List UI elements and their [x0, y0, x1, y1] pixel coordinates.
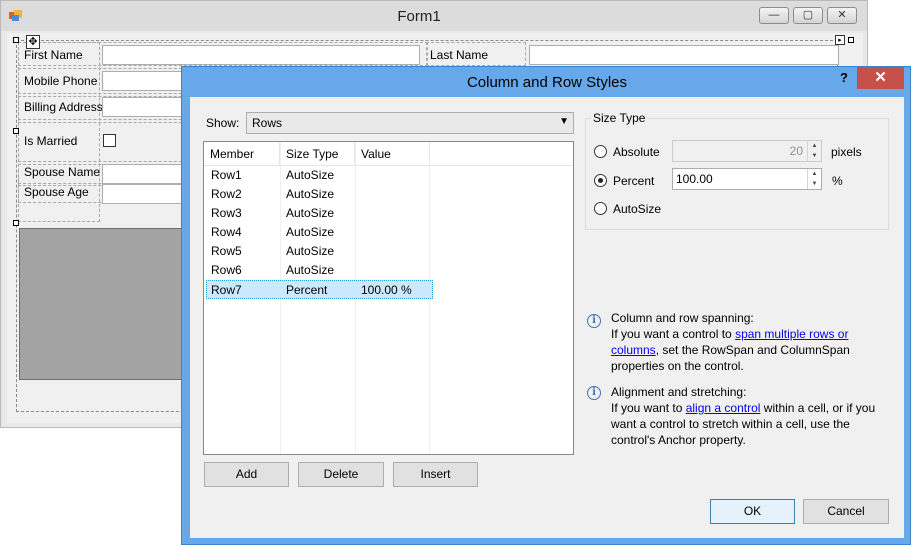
resize-handle[interactable] — [13, 220, 19, 226]
row-size-type: AutoSize — [286, 187, 335, 201]
billing-address-label: Billing Address — [24, 100, 103, 114]
absolute-label: Absolute — [613, 145, 660, 159]
row-size-type: AutoSize — [286, 168, 335, 182]
row-size-type: AutoSize — [286, 263, 335, 277]
percent-value: 100.00 — [676, 172, 713, 186]
row-size-type: AutoSize — [286, 225, 335, 239]
smart-tag-icon[interactable]: ▸ — [835, 35, 845, 45]
insert-button[interactable]: Insert — [393, 462, 478, 487]
percent-unit-label: % — [832, 174, 843, 188]
cancel-button[interactable]: Cancel — [803, 499, 889, 524]
absolute-value: 20 — [789, 144, 803, 158]
list-item[interactable]: Row2 AutoSize — [204, 185, 573, 204]
size-type-group-label: Size Type — [591, 111, 648, 125]
align-control-link[interactable]: align a control — [686, 401, 761, 415]
column-header-value[interactable]: Value — [355, 142, 430, 166]
close-icon: ✕ — [837, 9, 847, 21]
row-member: Row5 — [211, 244, 242, 258]
info-icon: i — [587, 314, 601, 328]
move-handle-icon[interactable]: ✥ — [26, 35, 40, 49]
show-label: Show: — [206, 116, 240, 130]
absolute-radio[interactable] — [594, 145, 607, 158]
alignment-description: If you want to align a control within a … — [611, 400, 891, 448]
mobile-phone-textbox[interactable] — [102, 71, 182, 91]
resize-handle[interactable] — [13, 128, 19, 134]
list-item[interactable]: Row6 AutoSize — [204, 261, 573, 280]
list-item-selected[interactable]: Row7 Percent 100.00 % — [206, 280, 433, 299]
absolute-value-input[interactable]: 20 ▲ ▼ — [672, 140, 822, 162]
list-item[interactable]: Row5 AutoSize — [204, 242, 573, 261]
list-header: Member Size Type Value — [204, 142, 573, 166]
first-name-textbox[interactable] — [102, 45, 420, 65]
row-size-type: AutoSize — [286, 244, 335, 258]
is-married-label: Is Married — [24, 134, 78, 148]
spanning-text: If you want a control to — [611, 327, 736, 341]
show-dropdown-value: Rows — [252, 116, 283, 130]
list-item[interactable]: Row4 AutoSize — [204, 223, 573, 242]
info-icon: i — [587, 386, 601, 400]
list-item[interactable]: Row3 AutoSize — [204, 204, 573, 223]
mobile-phone-label: Mobile Phone — [24, 74, 98, 88]
percent-label: Percent — [613, 174, 655, 188]
list-item[interactable]: Row1 AutoSize — [204, 166, 573, 185]
spouse-name-label: Spouse Name — [24, 165, 101, 179]
row-size-type: AutoSize — [286, 206, 335, 220]
last-name-label: Last Name — [430, 48, 489, 62]
show-dropdown[interactable]: Rows ▼ — [246, 112, 574, 134]
row-member: Row1 — [211, 168, 242, 182]
alignment-info: Alignment and stretching: If you want to… — [611, 384, 891, 448]
help-icon[interactable]: ? — [840, 70, 848, 85]
minimize-button[interactable]: — — [759, 7, 789, 24]
last-name-textbox[interactable] — [529, 45, 839, 65]
resize-handle[interactable] — [848, 37, 854, 43]
dialog-close-button[interactable]: ✕ — [857, 67, 904, 89]
column-header-size-type[interactable]: Size Type — [280, 142, 355, 166]
form1-titlebar[interactable]: Form1 — ▢ ✕ — [1, 1, 867, 31]
row-value: 100.00 % — [361, 283, 412, 297]
add-button[interactable]: Add — [204, 462, 289, 487]
radio-selected-dot — [598, 178, 603, 183]
row-member: Row7 — [211, 283, 242, 297]
spinner-icon[interactable]: ▲ ▼ — [807, 141, 821, 161]
ok-button[interactable]: OK — [710, 499, 795, 524]
spouse-age-label: Spouse Age — [24, 185, 89, 199]
chevron-down-icon: ▼ — [559, 116, 569, 127]
percent-radio[interactable] — [594, 174, 607, 187]
alignment-title: Alignment and stretching: — [611, 385, 747, 399]
row-member: Row2 — [211, 187, 242, 201]
grey-panel — [19, 228, 184, 380]
spouse-name-textbox[interactable] — [102, 164, 182, 184]
maximize-icon: ▢ — [802, 9, 814, 21]
first-name-label: First Name — [24, 48, 83, 62]
spanning-title: Column and row spanning: — [611, 311, 754, 325]
form1-close-button[interactable]: ✕ — [827, 7, 857, 24]
row-member: Row3 — [211, 206, 242, 220]
row-member: Row6 — [211, 263, 242, 277]
spinner-icon[interactable]: ▲ ▼ — [807, 169, 821, 189]
delete-button[interactable]: Delete — [298, 462, 384, 487]
pixels-unit-label: pixels — [831, 145, 862, 159]
form1-title: Form1 — [397, 8, 441, 25]
spanning-description: If you want a control to span multiple r… — [611, 326, 891, 374]
maximize-button[interactable]: ▢ — [793, 7, 823, 24]
close-icon: ✕ — [874, 69, 887, 86]
resize-handle[interactable] — [13, 37, 19, 43]
column-header-member[interactable]: Member — [204, 142, 280, 166]
is-married-checkbox[interactable] — [103, 134, 116, 147]
autosize-label: AutoSize — [613, 202, 662, 216]
spouse-age-textbox[interactable] — [102, 184, 182, 204]
spanning-info: Column and row spanning: If you want a c… — [611, 310, 891, 374]
row-member: Row4 — [211, 225, 242, 239]
minimize-icon: — — [768, 9, 780, 21]
billing-address-textbox[interactable] — [102, 97, 182, 117]
styles-listview[interactable]: Member Size Type Value Row1 AutoSize Row… — [203, 141, 574, 455]
autosize-radio[interactable] — [594, 202, 607, 215]
alignment-text: If you want to — [611, 401, 686, 415]
row-size-type: Percent — [286, 283, 328, 297]
percent-value-input[interactable]: 100.00 ▲ ▼ — [672, 168, 822, 190]
dialog-title: Column and Row Styles — [466, 74, 628, 91]
